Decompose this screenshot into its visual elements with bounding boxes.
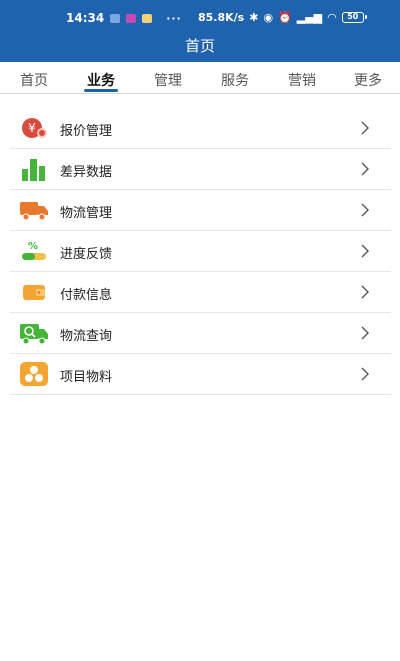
app-header: 14:34 ··· 85.8K/s ✱ ◉ ⏰ ▂▄▆ ◠ 50 首页 (0, 0, 400, 62)
menu-item-label: 项目物料 (60, 370, 113, 385)
data-saver-icon: ◉ (263, 11, 274, 24)
business-menu-list: ¥ 报价管理 差异数据 物流管理 % 进度反馈 付款信息 物流查询 项目物料 (10, 108, 391, 395)
status-time: 14:34 (66, 11, 105, 25)
tab-management[interactable]: 管理 (154, 70, 182, 90)
message-icon (142, 13, 153, 23)
menu-item-variance-data[interactable]: 差异数据 (10, 149, 391, 190)
svg-text:%: % (28, 241, 38, 252)
menu-item-progress-feedback[interactable]: % 进度反馈 (10, 231, 391, 272)
truck-search-icon (20, 324, 48, 345)
chevron-right-icon (361, 121, 369, 135)
app-notification-icon (126, 13, 137, 23)
truck-icon (20, 202, 48, 221)
alarm-icon: ⏰ (278, 11, 292, 24)
page-title: 首页 (184, 37, 215, 55)
menu-item-label: 进度反馈 (60, 247, 113, 262)
tab-business[interactable]: 业务 (87, 70, 115, 90)
tab-more[interactable]: 更多 (354, 70, 382, 90)
quote-icon: ¥ (22, 118, 47, 138)
menu-item-label: 物流管理 (60, 206, 113, 221)
chevron-right-icon (361, 326, 369, 340)
chevron-right-icon (361, 203, 369, 217)
materials-icon (20, 362, 48, 386)
menu-item-label: 报价管理 (60, 124, 113, 139)
menu-item-label: 差异数据 (60, 165, 113, 180)
status-bar: 14:34 ··· 85.8K/s ✱ ◉ ⏰ ▂▄▆ ◠ 50 (0, 0, 400, 34)
menu-item-project-materials[interactable]: 项目物料 (10, 354, 391, 395)
tab-service[interactable]: 服务 (221, 70, 249, 90)
network-speed: 85.8K/s (198, 11, 245, 24)
chevron-right-icon (361, 367, 369, 381)
chevron-right-icon (361, 285, 369, 299)
wallet-icon (23, 285, 45, 300)
active-tab-indicator (84, 89, 118, 92)
signal-icon: ▂▄▆ (296, 11, 323, 24)
status-right: 85.8K/s ✱ ◉ ⏰ ▂▄▆ ◠ 50 (198, 11, 367, 24)
menu-item-payment-info[interactable]: 付款信息 (10, 272, 391, 313)
menu-item-logistics-management[interactable]: 物流管理 (10, 190, 391, 231)
chevron-right-icon (361, 244, 369, 258)
app-notification-icon (110, 13, 121, 23)
battery-icon: 50 (341, 12, 367, 23)
progress-icon: % (22, 241, 46, 260)
menu-item-logistics-query[interactable]: 物流查询 (10, 313, 391, 354)
svg-text:¥: ¥ (28, 121, 36, 135)
tab-bar: 首页 业务 管理 服务 营销 更多 (0, 62, 400, 94)
tab-home[interactable]: 首页 (20, 70, 48, 90)
bluetooth-icon: ✱ (249, 11, 259, 24)
menu-item-quote-management[interactable]: ¥ 报价管理 (10, 108, 391, 149)
menu-item-label: 物流查询 (60, 329, 113, 344)
more-notifications-icon: ··· (166, 11, 182, 25)
wifi-icon: ◠ (327, 11, 337, 24)
status-left: 14:34 ··· (66, 11, 182, 25)
tab-marketing[interactable]: 营销 (288, 70, 316, 90)
chevron-right-icon (361, 162, 369, 176)
menu-item-label: 付款信息 (60, 288, 113, 303)
bar-chart-icon (22, 159, 45, 181)
